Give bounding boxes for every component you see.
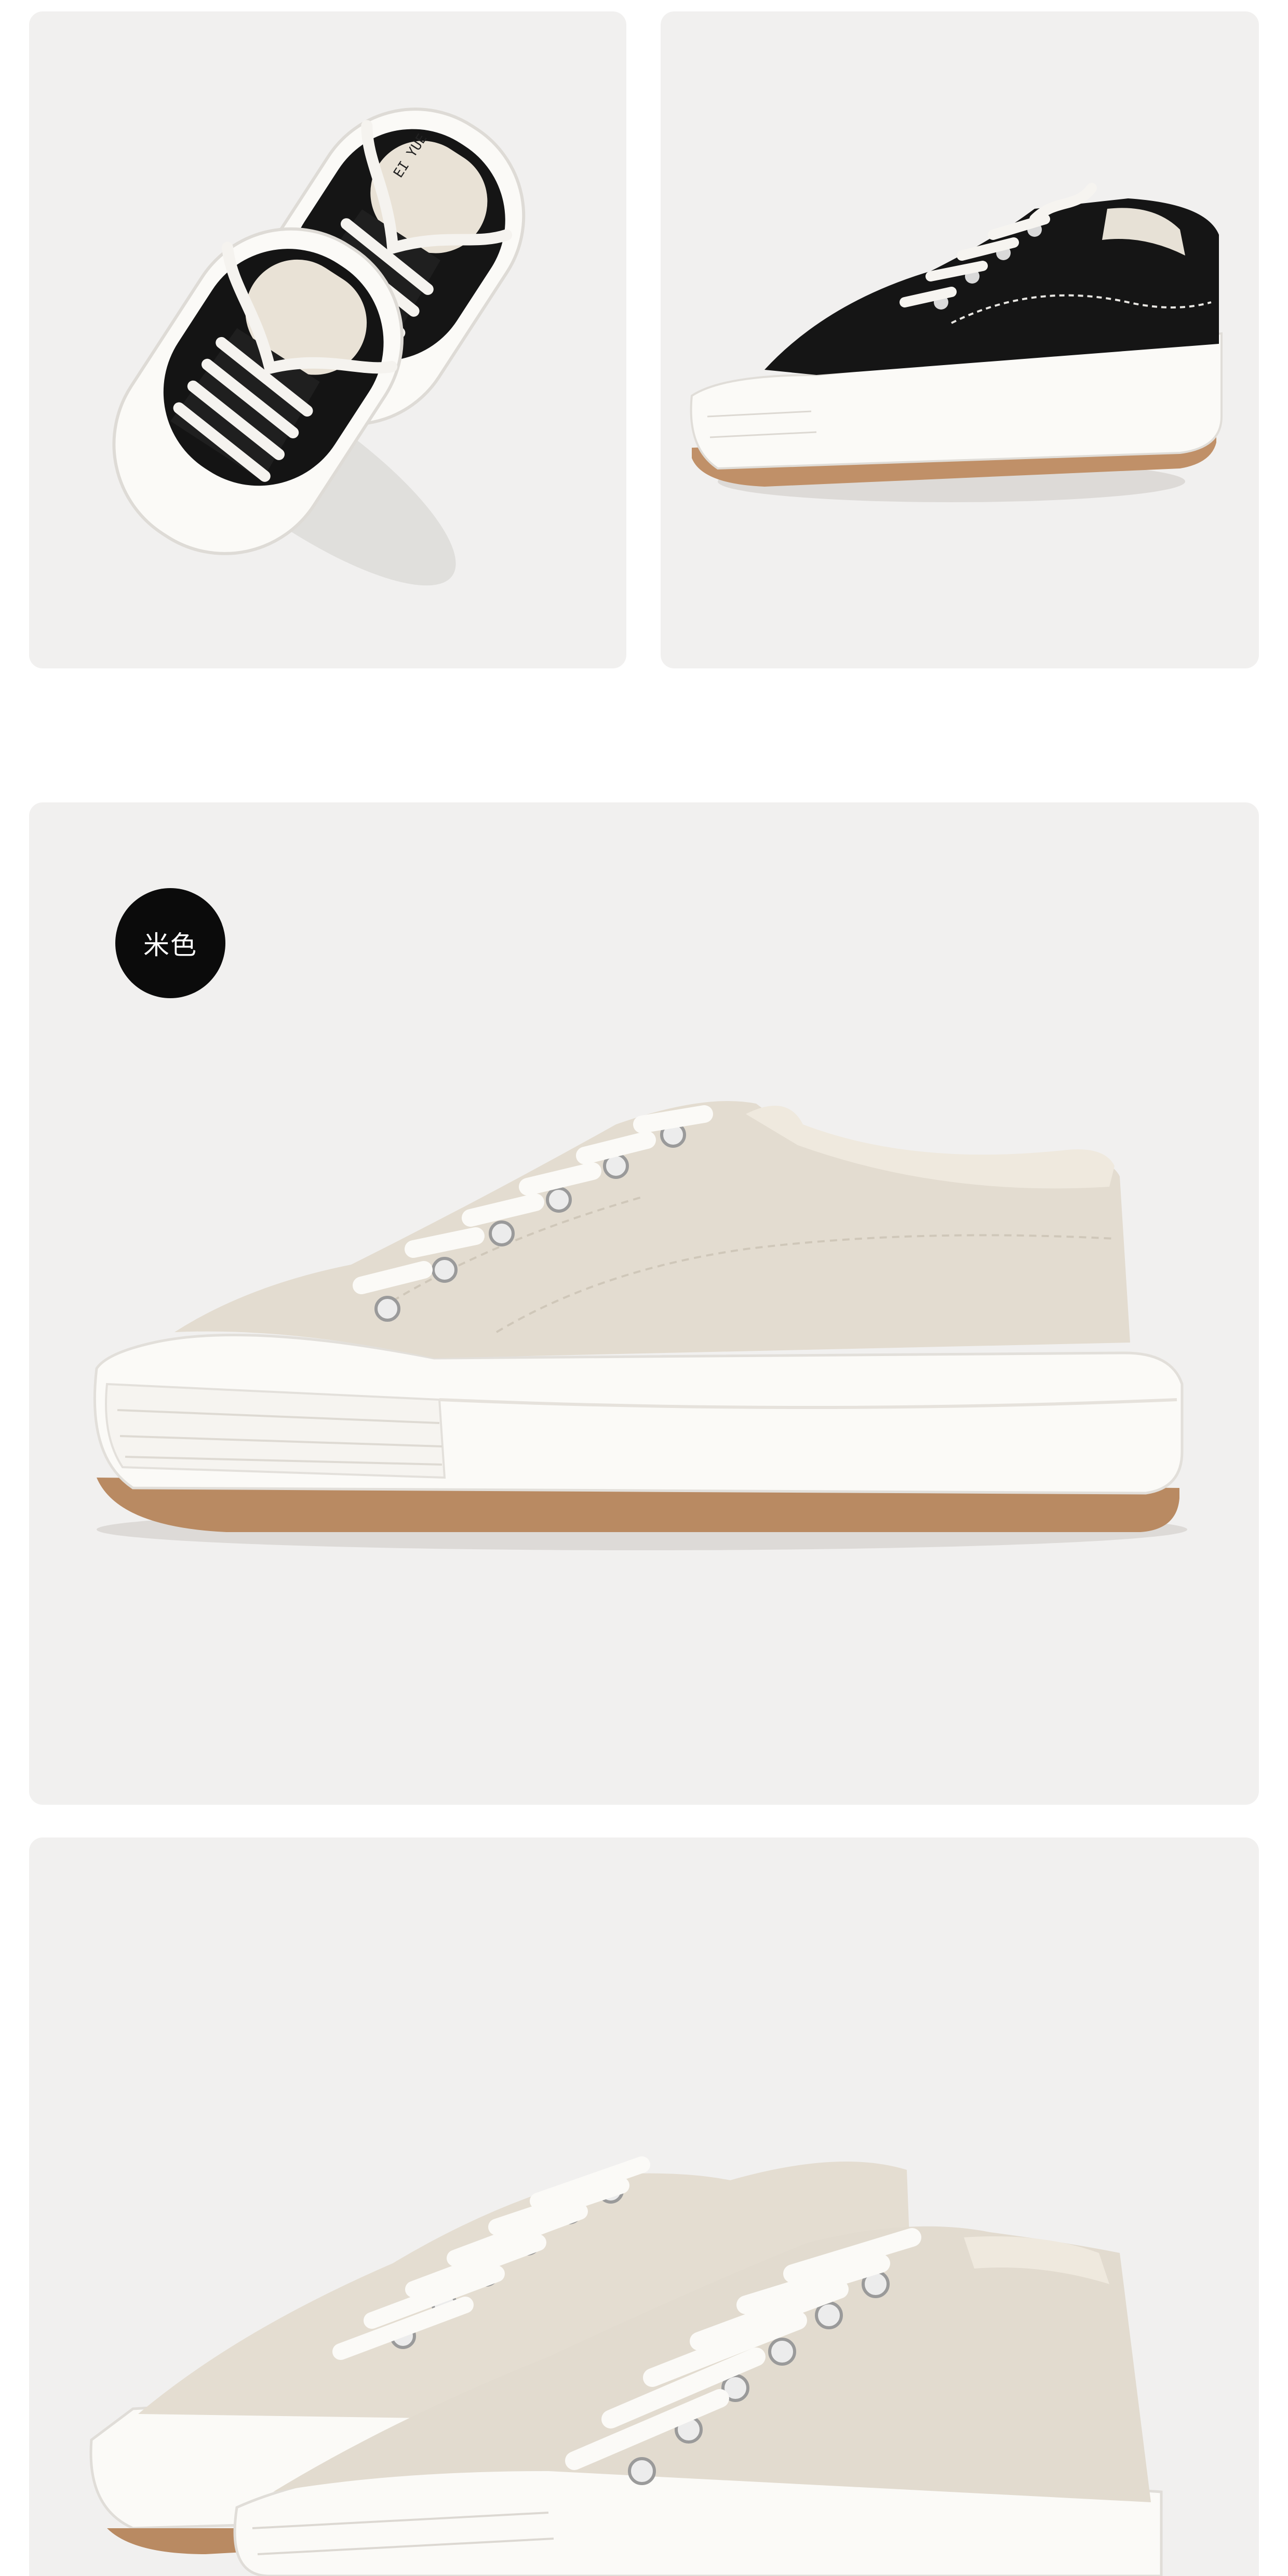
photo-beige-side-view: 米色 bbox=[29, 802, 1259, 1805]
color-badge-label: 米色 bbox=[143, 930, 197, 960]
color-badge: 米色 bbox=[115, 888, 225, 998]
photo-beige-pair-angled bbox=[29, 1837, 1259, 2576]
photo-black-pair-top-view: EI YUE bbox=[29, 11, 626, 668]
black-sneakers-top-illustration: EI YUE bbox=[112, 108, 526, 586]
beige-pair-angled-illustration bbox=[89, 2156, 1163, 2576]
photo-black-single-side-view bbox=[661, 11, 1259, 668]
black-sneaker-side-illustration bbox=[690, 183, 1223, 502]
